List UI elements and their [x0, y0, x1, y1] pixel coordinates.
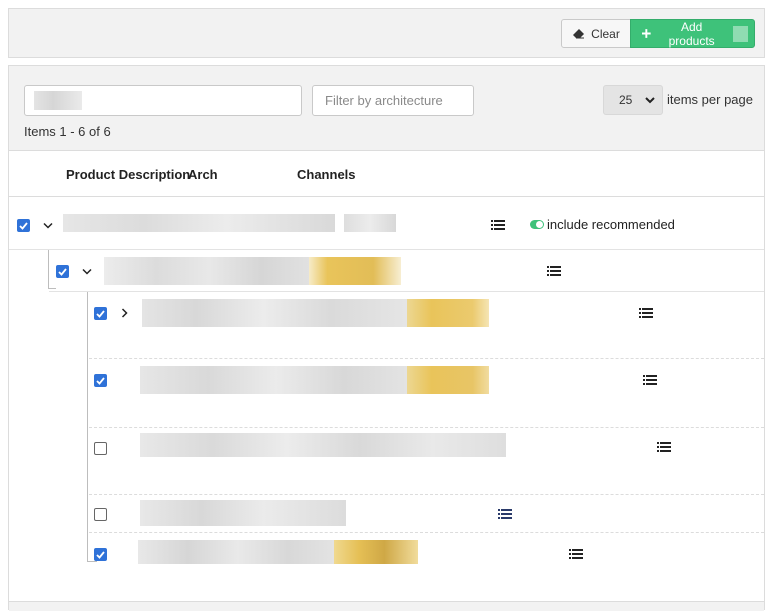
row-divider — [89, 427, 764, 428]
clear-label: Clear — [591, 26, 620, 41]
row-checkbox[interactable] — [94, 548, 107, 561]
product-badge-blurred — [407, 299, 489, 327]
check-icon — [58, 267, 67, 276]
check-icon — [96, 309, 105, 318]
plus-icon — [642, 29, 651, 38]
row-checkbox[interactable] — [94, 442, 107, 455]
filter-bar: 25 items per page Items 1 - 6 of 6 — [9, 66, 764, 151]
product-badge-blurred — [407, 366, 489, 394]
recommended-toggle[interactable] — [530, 220, 544, 229]
row-divider — [89, 358, 764, 359]
chevron-down-icon[interactable] — [43, 222, 53, 230]
chevron-right-icon[interactable] — [121, 308, 129, 318]
channel-list-icon[interactable] — [657, 441, 671, 453]
chevron-down-icon[interactable] — [82, 268, 92, 276]
check-icon — [19, 221, 28, 230]
product-name-blurred — [104, 257, 314, 285]
product-badge-blurred — [309, 257, 401, 285]
top-toolbar: Clear Add products — [8, 8, 765, 58]
tree-connector — [48, 288, 56, 289]
add-products-button[interactable]: Add products — [630, 19, 755, 48]
row-divider — [89, 494, 764, 495]
row-divider — [89, 532, 764, 533]
blurred-badge — [732, 25, 748, 42]
row-divider — [9, 249, 764, 250]
row-checkbox[interactable] — [17, 219, 30, 232]
product-name-blurred — [140, 433, 506, 457]
architecture-filter-input[interactable] — [312, 85, 474, 116]
product-name-blurred — [138, 540, 338, 564]
chevron-down-icon — [645, 97, 655, 104]
table-header: Product Description Arch Channels — [9, 152, 764, 197]
row-divider — [49, 291, 764, 292]
add-products-label: Add products — [668, 19, 715, 48]
search-blurred-value — [34, 91, 82, 110]
tree-connector — [87, 561, 97, 562]
page-size-value: 25 — [619, 93, 633, 107]
items-count: Items 1 - 6 of 6 — [24, 124, 111, 139]
channel-list-icon[interactable] — [643, 374, 657, 386]
channel-list-icon[interactable] — [547, 265, 561, 277]
check-icon — [96, 550, 105, 559]
row-checkbox[interactable] — [94, 508, 107, 521]
clear-button[interactable]: Clear — [561, 19, 631, 48]
products-panel: 25 items per page Items 1 - 6 of 6 Produ… — [8, 65, 765, 611]
product-badge-blurred — [334, 540, 418, 564]
row-checkbox[interactable] — [56, 265, 69, 278]
product-name-blurred — [140, 366, 412, 394]
channel-list-icon[interactable] — [498, 508, 512, 520]
column-channels[interactable]: Channels — [297, 167, 356, 182]
row-checkbox[interactable] — [94, 307, 107, 320]
row-checkbox[interactable] — [94, 374, 107, 387]
check-icon — [96, 376, 105, 385]
eraser-icon — [573, 29, 585, 39]
product-name-blurred — [142, 299, 412, 327]
channel-list-icon[interactable] — [639, 307, 653, 319]
tree-connector — [48, 250, 49, 289]
per-page-label: items per page — [667, 92, 753, 107]
channel-list-icon[interactable] — [491, 219, 505, 231]
product-arch-blurred — [344, 214, 396, 232]
column-product-description[interactable]: Product Description — [66, 167, 190, 182]
channel-list-icon[interactable] — [569, 548, 583, 560]
recommended-label: include recommended — [547, 217, 675, 232]
page-size-select[interactable]: 25 — [603, 85, 663, 115]
product-name-blurred — [63, 214, 335, 232]
column-arch[interactable]: Arch — [188, 167, 218, 182]
product-name-blurred — [140, 500, 346, 526]
tree-connector — [87, 292, 88, 562]
